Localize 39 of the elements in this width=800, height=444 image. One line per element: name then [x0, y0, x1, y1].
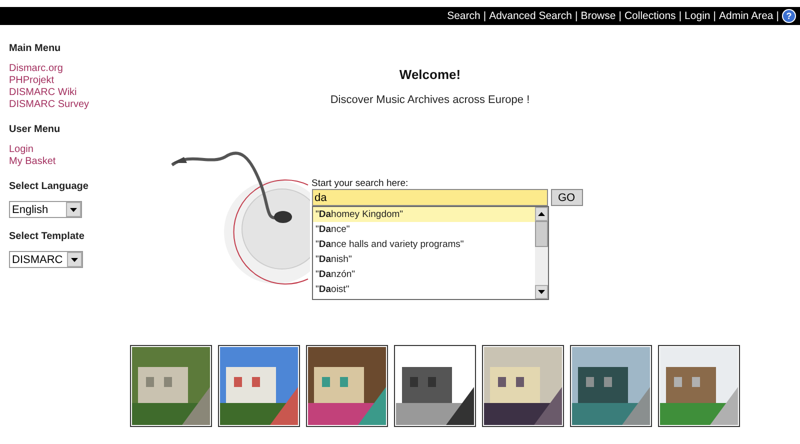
dropdown[interactable]: English: [9, 201, 82, 218]
nav-link[interactable]: Search: [447, 10, 480, 22]
separator: |: [483, 10, 486, 22]
menu-link[interactable]: DISMARC Survey: [9, 99, 90, 111]
help-icon[interactable]: ?: [782, 9, 796, 23]
separator: |: [574, 10, 578, 22]
section-heading: Select Template: [9, 231, 84, 242]
separator: |: [678, 10, 682, 22]
menu-link[interactable]: Login: [9, 144, 34, 156]
search-field[interactable]: da: [312, 189, 548, 206]
separator: |: [713, 10, 716, 22]
section-heading: Select Language: [9, 181, 88, 192]
nav-link[interactable]: Admin Area: [718, 10, 774, 22]
menu-link[interactable]: PHProjekt: [9, 75, 54, 87]
nav-link[interactable]: Collections: [624, 10, 676, 22]
separator: |: [618, 10, 622, 22]
scroll-up-icon[interactable]: [538, 212, 544, 216]
suggestion-item[interactable]: "Dance halls and variety programs": [312, 237, 534, 252]
menu-link[interactable]: DISMARC Wiki: [9, 87, 77, 99]
scroll-down-icon[interactable]: [538, 290, 544, 294]
nav-link[interactable]: Advanced Search: [489, 10, 572, 22]
go-button[interactable]: GO: [550, 189, 582, 206]
nav-link[interactable]: Browse: [580, 10, 616, 22]
suggestion-item[interactable]: "Daoist": [312, 282, 534, 297]
suggestion-item[interactable]: "Dahomey Kingdom": [312, 207, 534, 222]
menu-link[interactable]: My Basket: [9, 156, 56, 168]
section-heading: Main Menu: [9, 43, 61, 54]
suggestion-item[interactable]: "Danzón": [312, 267, 534, 282]
scrollbar[interactable]: [534, 207, 548, 299]
dropdown[interactable]: DISMARC: [9, 251, 83, 268]
menu-link[interactable]: Dismarc.org: [9, 63, 63, 75]
welcome-heading: Welcome!: [399, 67, 461, 82]
suggestion-item[interactable]: "Danish": [312, 252, 534, 267]
search-label: Start your search here:: [312, 178, 410, 189]
welcome-subtitle: Discover Music Archives across Europe !: [330, 94, 530, 106]
suggestion-item[interactable]: "Dance": [312, 222, 534, 237]
section-heading: User Menu: [9, 124, 60, 135]
nav-link[interactable]: Login: [684, 10, 710, 22]
separator: |: [776, 10, 779, 22]
